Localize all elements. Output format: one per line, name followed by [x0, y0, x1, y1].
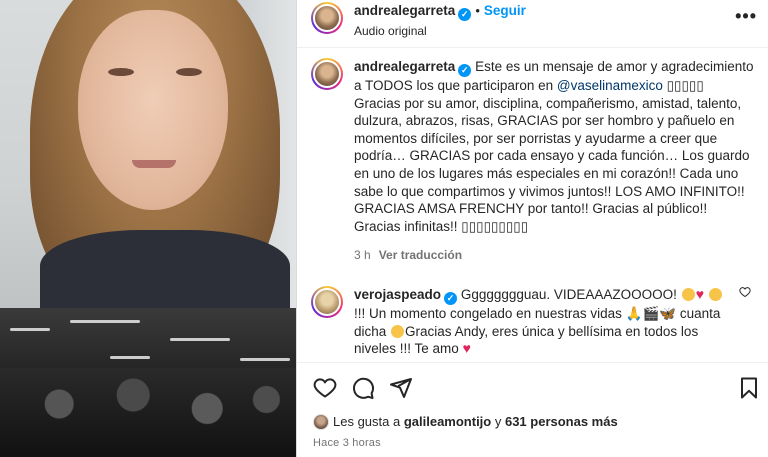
crowd-shape: [0, 368, 296, 457]
share-paper-plane-icon[interactable]: [389, 376, 413, 400]
verified-badge-icon: ✓: [458, 8, 472, 21]
comment-body-1: Gggggggguau. VIDEAAAZOOOOO!: [460, 287, 677, 302]
comment-body-2: !!! Un momento congelado en nuestras vid…: [354, 306, 622, 321]
post-actions: [297, 372, 768, 404]
follow-button[interactable]: Seguir: [484, 3, 526, 18]
separator-dot: •: [475, 3, 480, 18]
liker-avatar[interactable]: [313, 414, 329, 430]
author-avatar[interactable]: [311, 2, 343, 34]
commenter-avatar[interactable]: [311, 286, 343, 318]
comment-body-4: Gracias Andy, eres única y bellísima en …: [354, 323, 699, 357]
caption-meta: 3 h Ver traducción: [354, 248, 462, 262]
ceiling-light: [10, 328, 50, 331]
post-header: andrealegarreta ✓ • Seguir Audio original •…: [297, 0, 768, 48]
post-timestamp[interactable]: Hace 3 horas: [313, 437, 381, 449]
face-shape: [78, 10, 228, 210]
red-heart-icon: ♥: [462, 340, 471, 357]
verified-badge-icon: ✓: [458, 64, 472, 77]
translate-link[interactable]: Ver traducción: [379, 248, 462, 262]
ceiling-light: [110, 356, 150, 359]
right-eye: [176, 68, 202, 76]
likes-middle: y: [491, 414, 505, 429]
caption-username[interactable]: andrealegarreta: [354, 59, 455, 74]
caption-body-2: ▯▯▯▯▯ Gracias por su amor, disciplina, c…: [354, 78, 750, 234]
comment-text: verojaspeado ✓ Gggggggguau. VIDEAAAZOOOOO…: [354, 286, 724, 358]
author-username[interactable]: andrealegarreta: [354, 3, 455, 18]
red-heart-icon: ♥: [695, 286, 704, 302]
likes-summary: Les gusta a galileamontijo y 631 persona…: [313, 414, 618, 430]
save-bookmark-icon[interactable]: [737, 376, 761, 400]
caption-avatar[interactable]: [311, 58, 343, 90]
caption-mention[interactable]: @vaselinamexico: [557, 78, 663, 93]
smiling-face-icon: [681, 288, 695, 301]
commenter-username[interactable]: verojaspeado: [354, 287, 441, 302]
verified-badge-icon: ✓: [444, 292, 458, 305]
comment-bubble-icon[interactable]: [351, 376, 375, 400]
author-line: andrealegarreta ✓ • Seguir: [354, 3, 526, 21]
caption-time[interactable]: 3 h: [354, 248, 371, 262]
actions-divider: [297, 362, 768, 363]
audio-label[interactable]: Audio original: [354, 24, 427, 38]
liker-username[interactable]: galileamontijo: [404, 414, 491, 429]
video-frame-top: [0, 0, 296, 308]
likes-count[interactable]: 631 personas más: [505, 414, 618, 429]
smiling-face-icon: [391, 324, 405, 338]
comment-like-icon[interactable]: [739, 286, 751, 301]
post-detail-panel: andrealegarreta ✓ • Seguir Audio original •…: [296, 0, 768, 457]
video-frame-bottom: [0, 308, 296, 457]
ceiling-light: [70, 320, 140, 323]
grinning-face-icon: [708, 288, 722, 301]
ceiling-light: [170, 338, 230, 341]
likes-prefix: Les gusta a: [333, 414, 404, 429]
more-options-icon[interactable]: •••: [735, 6, 757, 27]
left-eye: [108, 68, 134, 76]
like-heart-icon[interactable]: [313, 376, 337, 400]
ceiling-light: [240, 358, 290, 361]
mouth-shape: [132, 160, 176, 168]
caption-text: andrealegarreta ✓ Este es un mensaje de a…: [354, 58, 754, 235]
folded-hands-icon: 🙏: [625, 306, 643, 321]
clapper-icon: 🎬: [642, 306, 660, 321]
comments-area[interactable]: andrealegarreta ✓ Este es un mensaje de a…: [297, 58, 768, 358]
post-media[interactable]: [0, 0, 296, 457]
shirt-shape: [40, 230, 290, 308]
butterfly-icon: 🦋: [659, 306, 677, 321]
